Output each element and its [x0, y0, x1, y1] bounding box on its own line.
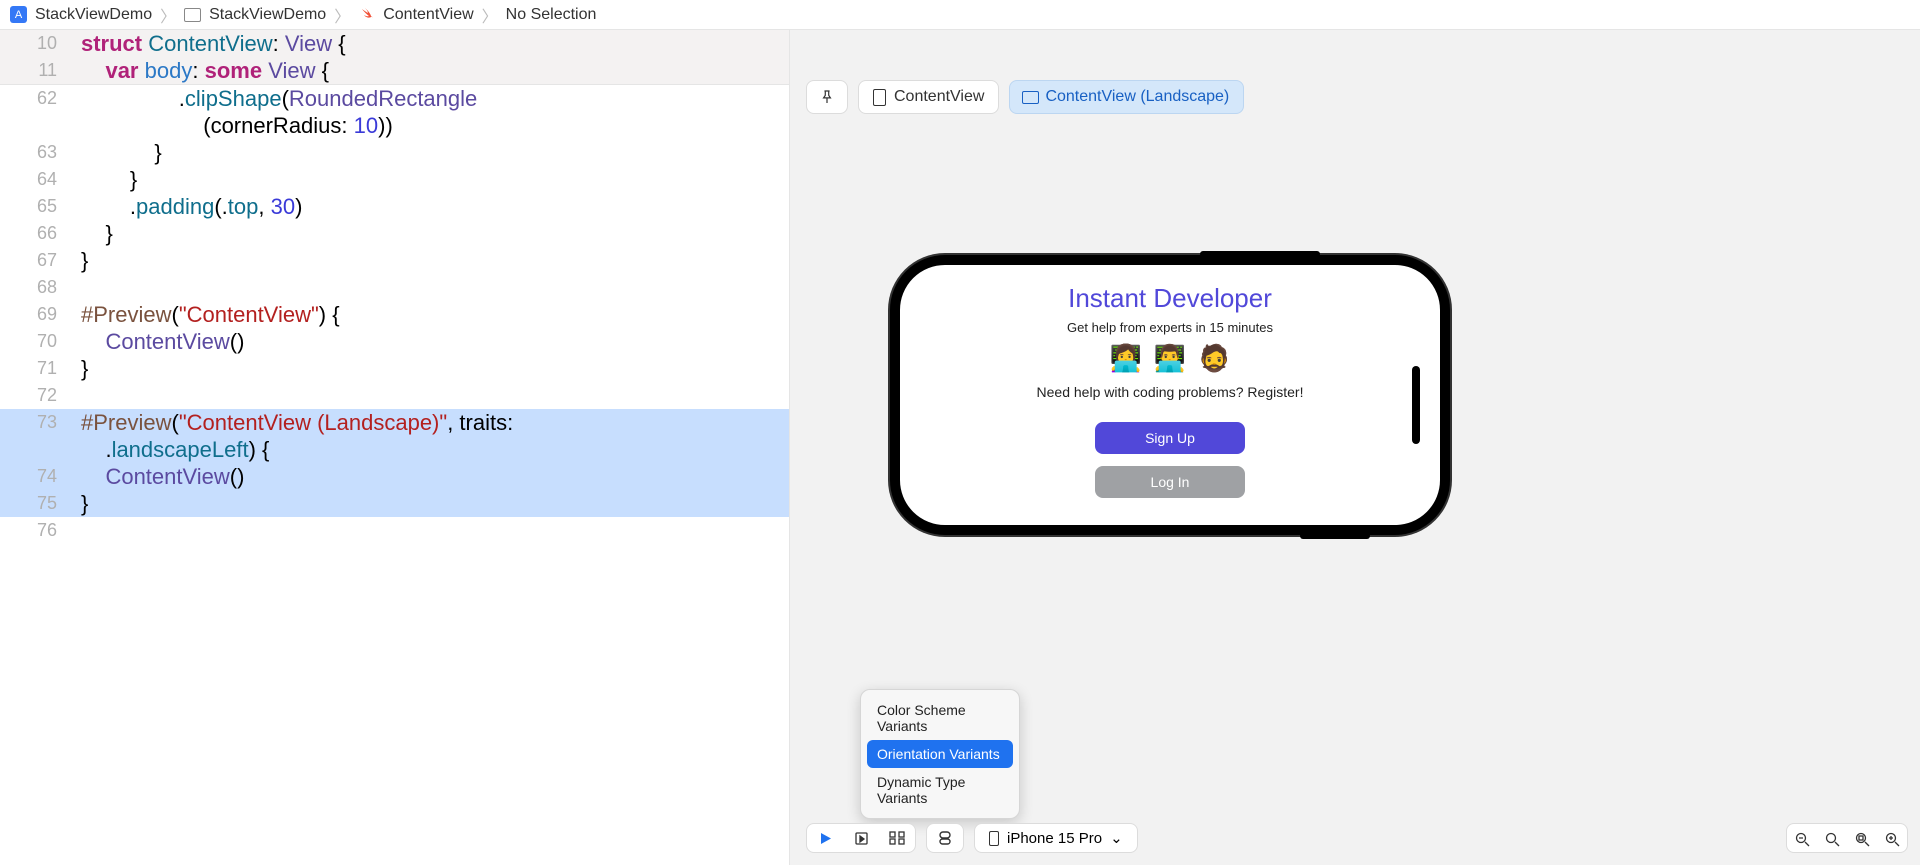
preview-canvas: ContentView ContentView (Landscape) Insta…	[790, 30, 1920, 865]
chevron-right-icon: 〉	[160, 3, 176, 27]
chevron-right-icon: 〉	[482, 3, 498, 27]
line-number: 68	[0, 274, 65, 301]
line-number: 66	[0, 220, 65, 247]
chevron-right-icon: 〉	[334, 3, 350, 27]
sticky-header: 10 struct ContentView: View { 11 var body:…	[0, 30, 789, 85]
code-line[interactable]: .clipShape(RoundedRectangle	[81, 85, 789, 112]
line-number: 76	[0, 517, 65, 544]
xcode-project-icon: A	[10, 6, 27, 23]
pin-icon	[821, 89, 833, 105]
code-line[interactable]	[81, 517, 789, 544]
breadcrumb: A StackViewDemo 〉 StackViewDemo 〉 Conten…	[0, 0, 1920, 30]
code-line[interactable]: ContentView()	[81, 463, 789, 490]
device-icon	[873, 89, 886, 106]
variants-button[interactable]	[879, 823, 915, 853]
code-line[interactable]: .padding(.top, 30)	[81, 193, 789, 220]
line-number: 11	[0, 57, 65, 84]
code-line[interactable]	[81, 382, 789, 409]
line-number: 65	[0, 193, 65, 220]
code-line[interactable]: #Preview("ContentView (Landscape)", trai…	[81, 409, 789, 436]
device-preview: Instant Developer Get help from experts …	[890, 255, 1450, 535]
avatar-icon: 👨‍💻	[1154, 343, 1186, 374]
device-name: iPhone 15 Pro	[1007, 830, 1102, 847]
device-icon	[1022, 91, 1039, 104]
zoom-in-button[interactable]	[1877, 824, 1907, 854]
app-subtitle: Get help from experts in 15 minutes	[1067, 320, 1273, 335]
line-number: 64	[0, 166, 65, 193]
device-settings-button[interactable]	[927, 823, 963, 853]
line-number: 72	[0, 382, 65, 409]
phone-button-notch	[1300, 533, 1370, 539]
line-number	[0, 112, 65, 139]
line-number	[0, 436, 65, 463]
help-text: Need help with coding problems? Register…	[1037, 384, 1304, 400]
code-editor[interactable]: 10 struct ContentView: View { 11 var body:…	[0, 30, 790, 865]
variants-menu[interactable]: Color Scheme VariantsOrientation Variant…	[860, 689, 1020, 819]
code-line[interactable]: var body: some View {	[81, 57, 789, 84]
preview-tab-label: ContentView (Landscape)	[1045, 88, 1229, 106]
selectable-preview-button[interactable]	[843, 823, 879, 853]
variants-menu-item[interactable]: Color Scheme Variants	[867, 696, 1013, 740]
line-number: 62	[0, 85, 65, 112]
zoom-out-button[interactable]	[1787, 824, 1817, 854]
breadcrumb-item[interactable]: StackViewDemo	[209, 6, 326, 24]
login-button: Log In	[1095, 466, 1245, 498]
phone-speaker-notch	[1200, 251, 1320, 257]
variants-menu-item[interactable]: Orientation Variants	[867, 740, 1013, 768]
code-line[interactable]: }	[81, 247, 789, 274]
app-title: Instant Developer	[1068, 283, 1272, 314]
folder-icon	[184, 8, 201, 22]
breadcrumb-item[interactable]: ContentView	[383, 6, 473, 24]
code-line[interactable]: .landscapeLeft) {	[81, 436, 789, 463]
app-preview-content: Instant Developer Get help from experts …	[900, 265, 1440, 510]
breadcrumb-item[interactable]: No Selection	[506, 6, 597, 24]
preview-toolbar: iPhone 15 Pro ⌄	[806, 823, 1138, 853]
live-preview-button[interactable]	[807, 823, 843, 853]
swift-file-icon	[358, 6, 375, 23]
avatar-icon: 🧔	[1198, 343, 1230, 374]
line-number: 71	[0, 355, 65, 382]
line-number: 69	[0, 301, 65, 328]
avatar-row: 👩‍💻 👨‍💻 🧔	[1109, 343, 1230, 374]
code-line[interactable]	[81, 274, 789, 301]
code-line[interactable]: }	[81, 139, 789, 166]
variants-menu-item[interactable]: Dynamic Type Variants	[867, 768, 1013, 812]
chevron-down-icon: ⌄	[1110, 829, 1123, 847]
preview-tab[interactable]: ContentView	[858, 80, 999, 114]
code-line[interactable]: }	[81, 166, 789, 193]
line-number: 10	[0, 30, 65, 57]
code-line[interactable]: }	[81, 355, 789, 382]
code-line[interactable]: struct ContentView: View {	[81, 30, 789, 57]
line-number: 75	[0, 490, 65, 517]
preview-tab[interactable]: ContentView (Landscape)	[1009, 80, 1244, 114]
line-number: 70	[0, 328, 65, 355]
preview-tab-label: ContentView	[894, 88, 984, 106]
code-line[interactable]: }	[81, 490, 789, 517]
dynamic-island	[1412, 366, 1420, 444]
zoom-controls	[1786, 823, 1908, 853]
device-icon	[989, 831, 999, 846]
line-number: 67	[0, 247, 65, 274]
line-number: 74	[0, 463, 65, 490]
breadcrumb-item[interactable]: StackViewDemo	[35, 6, 152, 24]
code-line[interactable]: ContentView()	[81, 328, 789, 355]
device-selector[interactable]: iPhone 15 Pro ⌄	[974, 823, 1138, 853]
signup-button: Sign Up	[1095, 422, 1245, 454]
avatar-icon: 👩‍💻	[1109, 343, 1141, 374]
line-number: 73	[0, 409, 65, 436]
zoom-fit-button[interactable]	[1847, 824, 1877, 854]
code-line[interactable]: #Preview("ContentView") {	[81, 301, 789, 328]
line-number: 63	[0, 139, 65, 166]
pin-preview-button[interactable]	[806, 80, 848, 114]
zoom-actual-button[interactable]	[1817, 824, 1847, 854]
code-line[interactable]: (cornerRadius: 10))	[81, 112, 789, 139]
code-line[interactable]: }	[81, 220, 789, 247]
